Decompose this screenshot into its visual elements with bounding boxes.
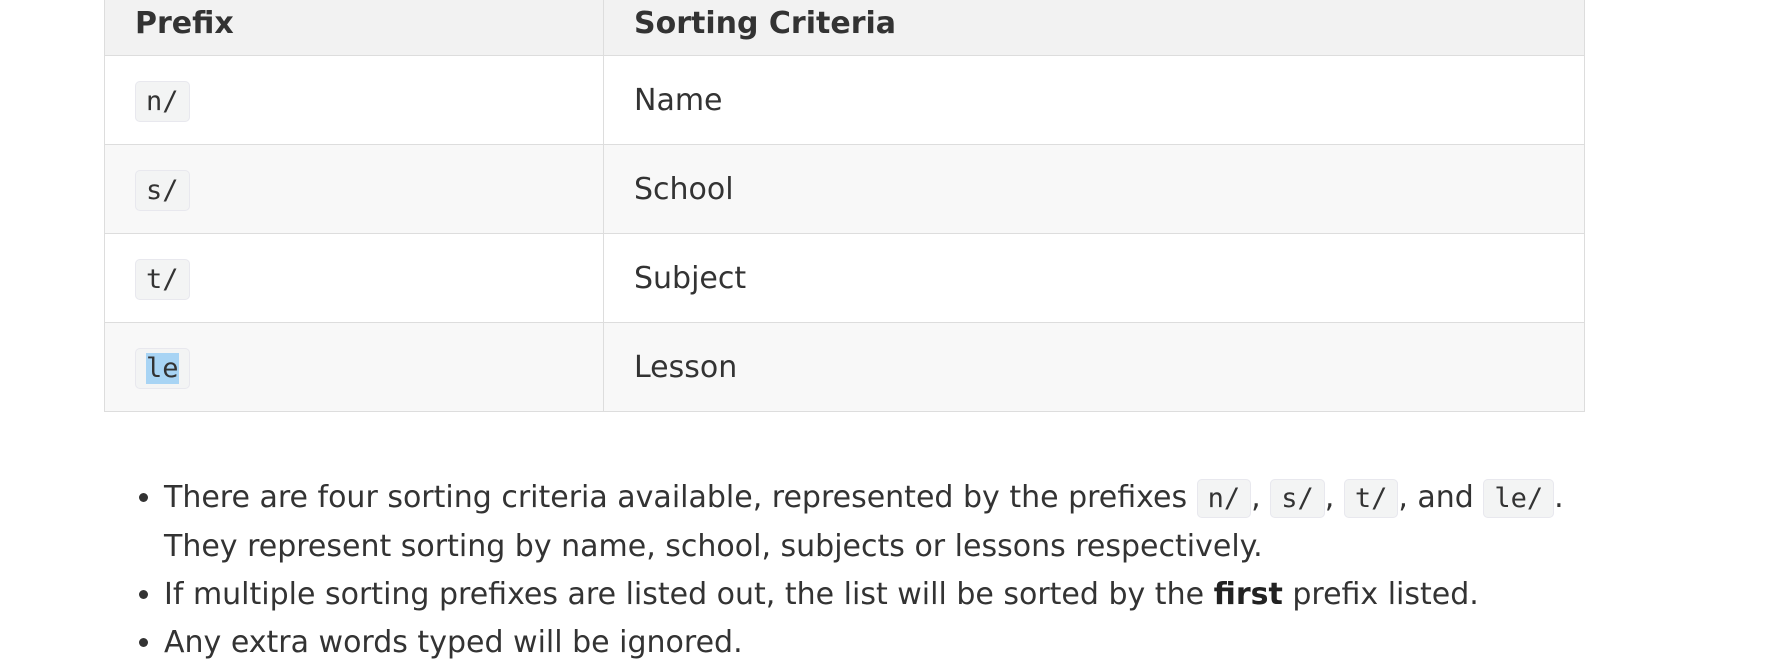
notes-list: There are four sorting criteria availabl… — [112, 474, 1604, 667]
prefix-cell: le — [104, 322, 604, 412]
note-text: Any extra words typed will be ignored. — [164, 625, 743, 660]
list-item: There are four sorting criteria availabl… — [164, 474, 1604, 571]
criteria-cell: School — [603, 144, 1585, 234]
bold-text: first — [1213, 577, 1283, 612]
sorting-criteria-table-container: Prefix Sorting Criteria n/ Name s/ Schoo… — [104, 0, 1585, 412]
table-header-row: Prefix Sorting Criteria — [104, 0, 1585, 56]
note-text: There are four sorting criteria availabl… — [164, 480, 1197, 515]
prefix-code: n/ — [135, 80, 190, 122]
criteria-cell: Lesson — [603, 322, 1585, 412]
list-item: Any extra words typed will be ignored. — [164, 619, 1604, 667]
prefix-code-selected[interactable]: le — [135, 347, 190, 389]
separator: , — [1251, 480, 1271, 515]
table-row: le Lesson — [104, 322, 1585, 412]
inline-code: s/ — [1270, 479, 1325, 518]
sorting-criteria-table: Prefix Sorting Criteria n/ Name s/ Schoo… — [104, 0, 1585, 412]
note-text: If multiple sorting prefixes are listed … — [164, 577, 1214, 612]
text-selection[interactable]: le — [146, 352, 179, 384]
inline-code: t/ — [1343, 479, 1399, 518]
header-sorting-criteria: Sorting Criteria — [603, 0, 1585, 56]
table-row: s/ School — [104, 144, 1585, 234]
separator: , and — [1398, 480, 1484, 515]
inline-code: n/ — [1196, 479, 1252, 518]
note-text: prefix listed. — [1282, 577, 1479, 612]
prefix-cell: t/ — [104, 233, 604, 323]
prefix-cell: s/ — [104, 144, 604, 234]
list-item: If multiple sorting prefixes are listed … — [164, 571, 1604, 619]
table-row: t/ Subject — [104, 233, 1585, 323]
prefix-cell: n/ — [104, 55, 604, 145]
criteria-cell: Subject — [603, 233, 1585, 323]
inline-code: le/ — [1483, 479, 1555, 518]
header-prefix: Prefix — [104, 0, 604, 56]
criteria-cell: Name — [603, 55, 1585, 145]
prefix-code: t/ — [135, 258, 190, 300]
table-row: n/ Name — [104, 55, 1585, 145]
separator: , — [1324, 480, 1344, 515]
prefix-code: s/ — [135, 169, 190, 211]
